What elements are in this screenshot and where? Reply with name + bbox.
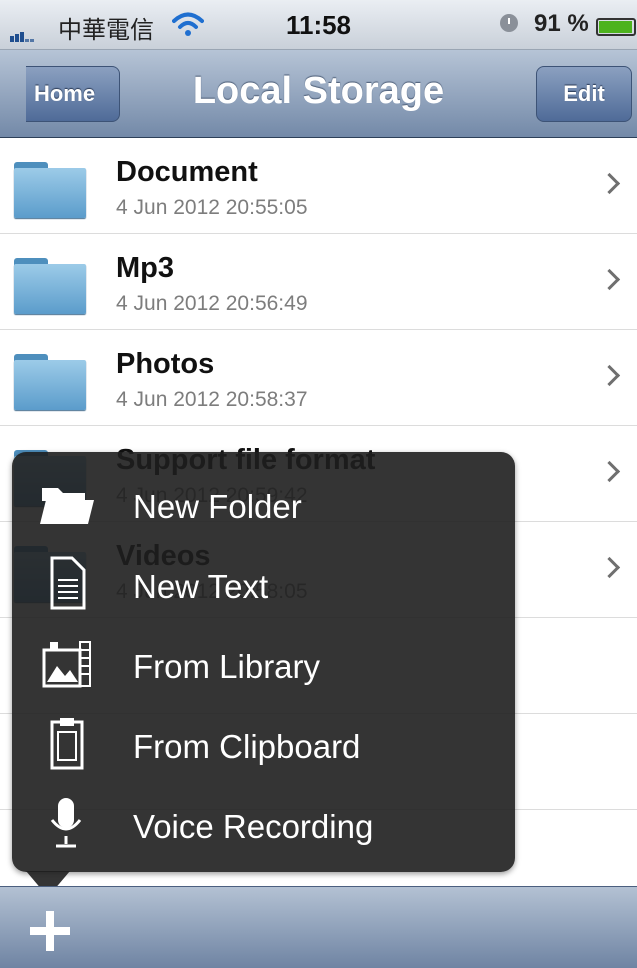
folder-icon xyxy=(14,354,86,410)
menu-item-from-library[interactable]: From Library xyxy=(12,622,515,702)
chevron-right-icon xyxy=(598,364,621,387)
menu-item-from-clipboard[interactable]: From Clipboard xyxy=(12,702,515,782)
file-name: Document xyxy=(116,156,258,188)
menu-item-label: New Text xyxy=(133,568,269,605)
list-item[interactable]: Mp3 4 Jun 2012 20:56:49 xyxy=(0,234,637,330)
menu-item-label: New Folder xyxy=(133,488,302,525)
microphone-icon xyxy=(36,796,96,850)
status-bar: 中華電信 11:58 91 % xyxy=(0,0,637,50)
folder-icon xyxy=(14,258,86,314)
add-action-popup: New Folder New Text From Library From Clipb… xyxy=(12,452,515,872)
list-item[interactable]: Photos 4 Jun 2012 20:58:37 xyxy=(0,330,637,426)
chevron-right-icon xyxy=(598,460,621,483)
chevron-right-icon xyxy=(598,556,621,579)
alarm-icon xyxy=(500,14,518,32)
folder-icon xyxy=(14,162,86,218)
menu-item-label: From Library xyxy=(133,648,321,685)
battery-percent: 91 % xyxy=(534,10,589,37)
menu-item-label: Voice Recording xyxy=(133,808,374,845)
menu-item-new-text[interactable]: New Text xyxy=(12,542,515,622)
file-name: Photos xyxy=(116,348,215,380)
clipboard-icon xyxy=(36,716,96,770)
file-date: 4 Jun 2012 20:55:05 xyxy=(116,196,308,219)
chevron-right-icon xyxy=(598,268,621,291)
chevron-right-icon xyxy=(598,172,621,195)
plus-icon[interactable] xyxy=(28,909,72,953)
document-icon xyxy=(36,556,96,610)
menu-item-new-folder[interactable]: New Folder xyxy=(12,462,515,542)
edit-button[interactable]: Edit xyxy=(536,66,632,122)
battery-icon xyxy=(596,18,636,36)
bottom-toolbar xyxy=(0,886,637,968)
list-item[interactable]: Document 4 Jun 2012 20:55:05 xyxy=(0,138,637,234)
menu-item-label: From Clipboard xyxy=(133,728,361,765)
folder-open-icon xyxy=(36,476,96,530)
file-name: Mp3 xyxy=(116,252,174,284)
navigation-bar: Home Local Storage Edit xyxy=(0,50,637,138)
file-date: 4 Jun 2012 20:58:37 xyxy=(116,388,308,411)
menu-item-voice-recording[interactable]: Voice Recording xyxy=(12,782,515,862)
file-date: 4 Jun 2012 20:56:49 xyxy=(116,292,308,315)
photo-library-icon xyxy=(36,636,96,690)
